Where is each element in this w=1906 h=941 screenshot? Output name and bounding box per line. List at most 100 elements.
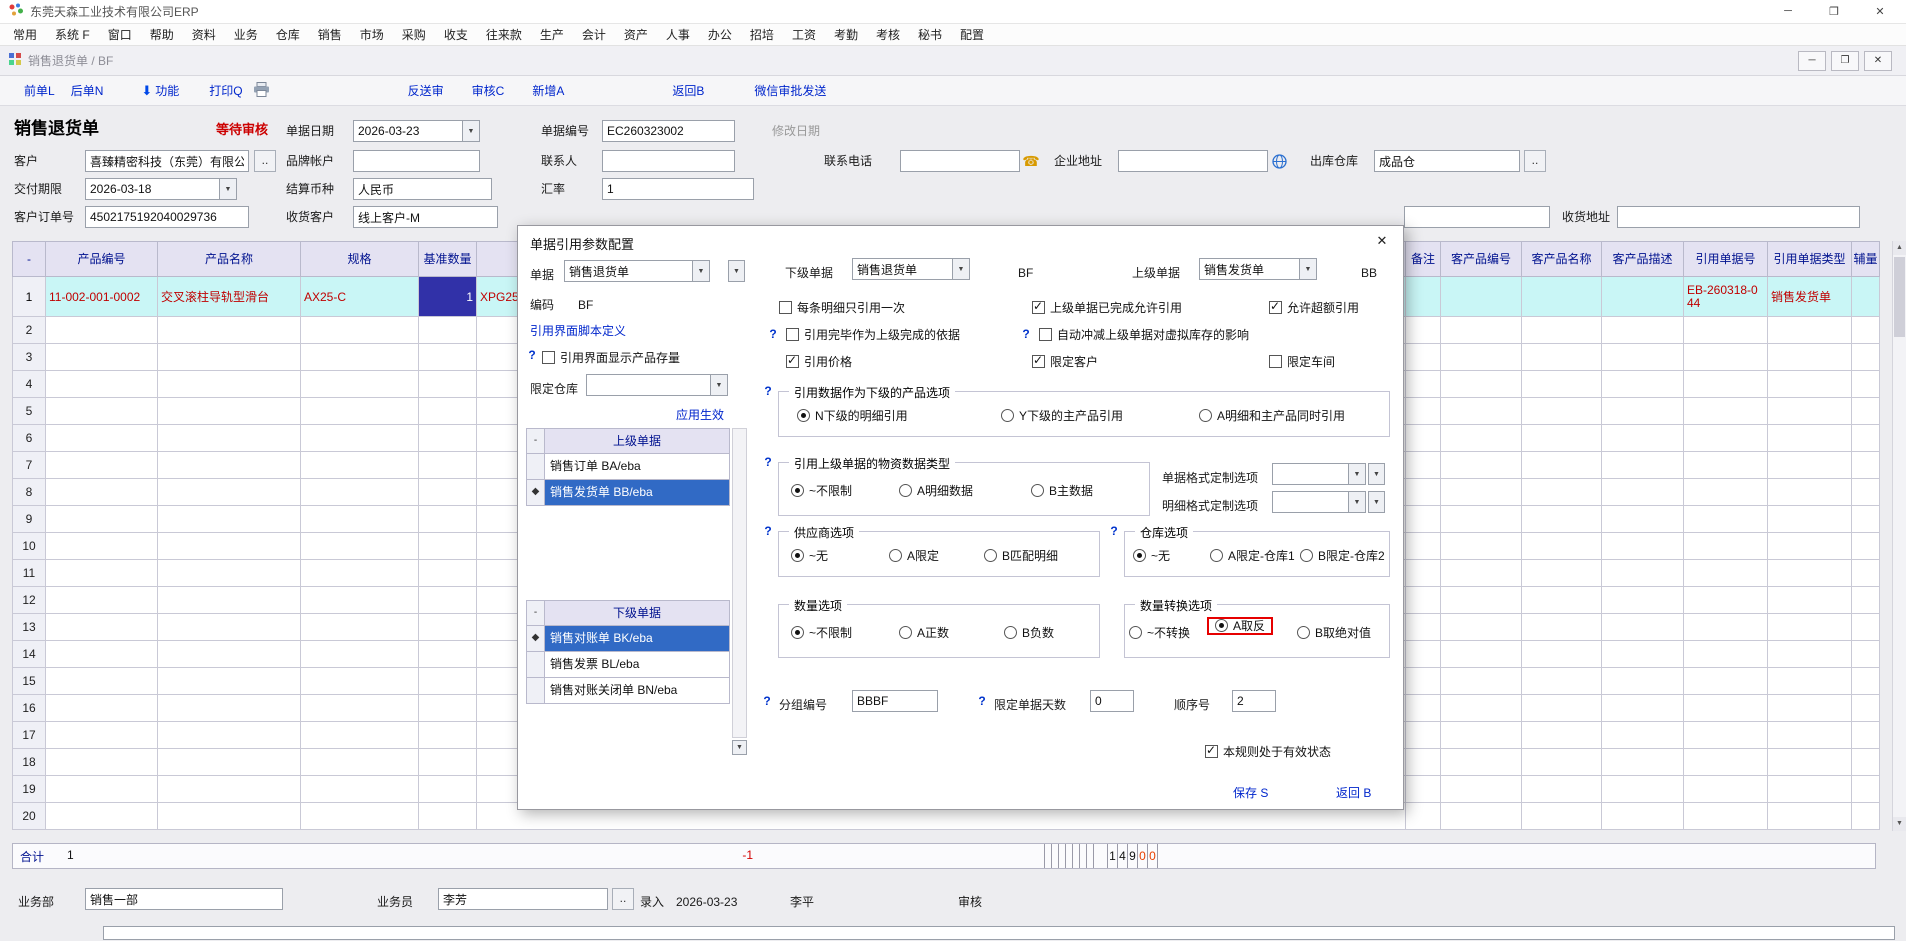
cell[interactable] (1768, 479, 1852, 506)
cell[interactable] (1684, 695, 1768, 722)
cell[interactable] (1684, 668, 1768, 695)
dept-input[interactable] (85, 888, 283, 910)
limit-days-input[interactable] (1090, 690, 1134, 712)
cell[interactable]: 12 (12, 587, 46, 614)
cell[interactable] (158, 803, 301, 830)
cell[interactable] (1768, 749, 1852, 776)
cell[interactable] (1441, 560, 1522, 587)
printer-button[interactable] (253, 82, 270, 100)
cell[interactable]: 6 (12, 425, 46, 452)
cell[interactable] (1852, 506, 1880, 533)
cell[interactable] (1684, 533, 1768, 560)
cell[interactable] (158, 695, 301, 722)
radio-option[interactable]: A明细数据 (899, 481, 973, 499)
salesman-browse-button[interactable] (612, 888, 634, 910)
cell[interactable] (1852, 560, 1880, 587)
cell[interactable] (1768, 695, 1852, 722)
active-rule-checkbox[interactable]: 本规则处于有效状态 (1205, 742, 1331, 760)
cell[interactable] (46, 776, 158, 803)
cell[interactable] (301, 560, 419, 587)
cell[interactable] (1768, 344, 1852, 371)
cell[interactable] (46, 344, 158, 371)
cell[interactable]: 10 (12, 533, 46, 560)
menu-item-7[interactable]: 仓库 (267, 24, 309, 46)
cell[interactable] (1602, 344, 1684, 371)
cell[interactable] (46, 560, 158, 587)
menu-item-1[interactable]: 常用 (4, 24, 46, 46)
cell[interactable]: 8 (12, 479, 46, 506)
cell[interactable] (301, 722, 419, 749)
col-header-ref-doc-no[interactable]: 引用单据号 (1684, 241, 1768, 277)
doc-type-combo[interactable]: 销售退货单 (564, 260, 710, 282)
cell[interactable] (1406, 614, 1441, 641)
upper-doc-combo[interactable]: 销售发货单 (1199, 258, 1317, 280)
cell[interactable] (158, 506, 301, 533)
help-icon[interactable] (762, 455, 774, 469)
col-header-base-qty[interactable]: 基准数量 (419, 241, 477, 277)
cell[interactable]: 20 (12, 803, 46, 830)
cell[interactable]: 11-002-001-0002 (46, 277, 158, 317)
cell[interactable] (1684, 776, 1768, 803)
cell[interactable] (1768, 425, 1852, 452)
cell[interactable] (1852, 722, 1880, 749)
help-icon[interactable] (1108, 524, 1120, 538)
cell[interactable] (1602, 641, 1684, 668)
checkbox-option[interactable]: 引用完毕作为上级完成的依据 (786, 325, 960, 343)
cell[interactable] (1768, 803, 1852, 830)
close-icon[interactable] (1872, 5, 1888, 18)
radio-option[interactable]: B主数据 (1031, 481, 1093, 499)
prev-doc-button[interactable]: 前单L (24, 82, 55, 99)
list-item[interactable]: 销售订单 BA/eba (526, 454, 730, 480)
cell[interactable]: AX25-C (301, 277, 419, 317)
cell[interactable] (46, 587, 158, 614)
cell[interactable]: 9 (12, 506, 46, 533)
cell[interactable] (1406, 587, 1441, 614)
cell[interactable] (1406, 722, 1441, 749)
checkbox-option[interactable]: 每条明细只引用一次 (779, 298, 905, 316)
cell[interactable] (1406, 506, 1441, 533)
cell[interactable] (1852, 452, 1880, 479)
chevron-down-icon[interactable] (1348, 464, 1365, 484)
cell[interactable] (301, 533, 419, 560)
salesman-input[interactable] (438, 888, 608, 910)
cell[interactable] (1602, 776, 1684, 803)
cell[interactable] (1441, 533, 1522, 560)
cell[interactable] (1852, 479, 1880, 506)
checkbox-option[interactable]: 引用价格 (786, 352, 852, 370)
cell[interactable] (1684, 317, 1768, 344)
cell[interactable] (1684, 452, 1768, 479)
cell[interactable] (1768, 371, 1852, 398)
maximize-icon[interactable] (1826, 5, 1842, 18)
scroll-up-icon[interactable] (1893, 241, 1906, 255)
cell[interactable] (158, 398, 301, 425)
cell[interactable] (419, 398, 477, 425)
help-icon[interactable] (767, 327, 779, 341)
radio-option[interactable]: B负数 (1004, 623, 1054, 641)
menu-item-12[interactable]: 往来款 (477, 24, 531, 46)
cell[interactable] (1768, 641, 1852, 668)
menu-item-10[interactable]: 采购 (393, 24, 435, 46)
cell[interactable] (419, 749, 477, 776)
chevron-down-icon[interactable] (692, 261, 709, 281)
cell[interactable] (46, 668, 158, 695)
cell[interactable] (1684, 803, 1768, 830)
cell[interactable] (301, 452, 419, 479)
cell[interactable] (1684, 722, 1768, 749)
cell[interactable] (158, 344, 301, 371)
checkbox-option[interactable]: 限定客户 (1032, 352, 1098, 370)
cell[interactable] (1852, 614, 1880, 641)
list-item[interactable]: 销售发票 BL/eba (526, 652, 730, 678)
help-icon[interactable] (1020, 327, 1032, 341)
menu-item-23[interactable]: 配置 (951, 24, 993, 46)
help-icon[interactable] (761, 694, 773, 708)
cell[interactable] (419, 614, 477, 641)
cell[interactable] (158, 776, 301, 803)
doc-format-extra-dropdown-icon[interactable] (1368, 463, 1385, 485)
cell[interactable] (419, 425, 477, 452)
cell[interactable] (1441, 587, 1522, 614)
cell[interactable] (1406, 668, 1441, 695)
cell[interactable] (301, 371, 419, 398)
cell[interactable]: 销售发货单 (1768, 277, 1852, 317)
detail-format-combo[interactable] (1272, 491, 1366, 513)
detail-format-extra-dropdown-icon[interactable] (1368, 491, 1385, 513)
